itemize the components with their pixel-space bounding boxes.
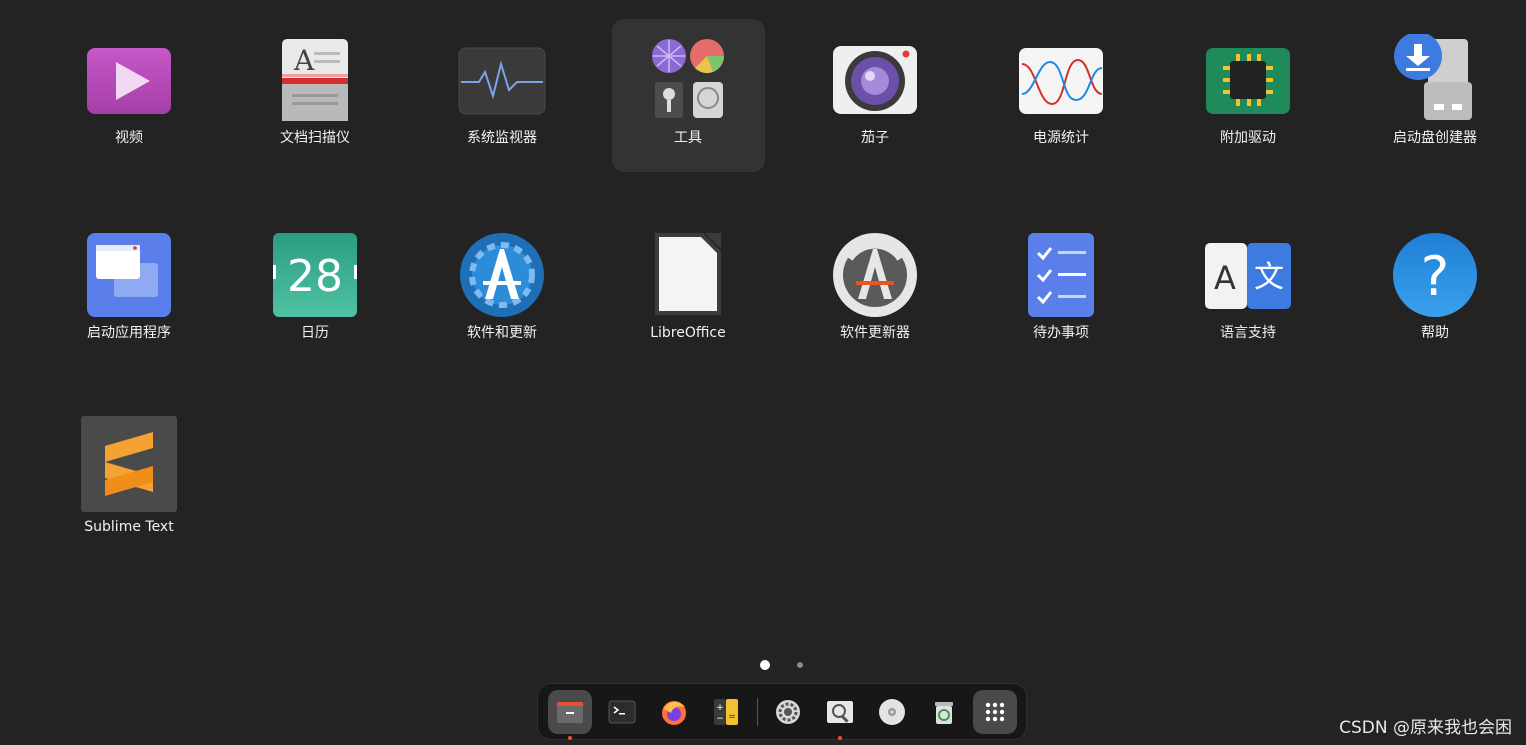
app-label: 文档扫描仪 (280, 130, 350, 146)
calendar-icon: 28 (273, 233, 357, 317)
dock-disc[interactable] (870, 690, 914, 734)
page-dot-2[interactable] (797, 662, 803, 668)
dock: + − = (537, 683, 1027, 740)
watermark: CSDN @原来我也会困 (1339, 718, 1512, 738)
show-applications-icon (985, 702, 1005, 722)
svg-text:?: ? (1421, 245, 1450, 308)
utilities-folder-icon (652, 39, 725, 118)
svg-text:文: 文 (1254, 260, 1284, 295)
svg-text:−: − (716, 714, 724, 724)
app-label: 启动应用程序 (87, 325, 171, 341)
app-additional-drivers[interactable]: 附加驱动 (1173, 10, 1323, 160)
app-libreoffice[interactable]: LibreOffice (613, 205, 763, 355)
svg-text:=: = (728, 712, 736, 722)
svg-text:A: A (293, 44, 315, 77)
dock-image-viewer[interactable] (818, 690, 862, 740)
todo-icon (1028, 233, 1094, 317)
app-label: 电源统计 (1033, 130, 1089, 146)
firefox-icon (662, 701, 686, 725)
app-label: 视频 (115, 130, 143, 146)
help-icon: ? (1393, 233, 1477, 317)
power-statistics-icon (1019, 48, 1103, 114)
app-todo[interactable]: 待办事项 (986, 205, 1136, 355)
dock-calculator[interactable]: + − = (704, 690, 748, 734)
video-player-icon (87, 48, 171, 114)
startup-disk-creator-icon (1394, 34, 1472, 120)
app-system-monitor[interactable]: 系统监视器 (427, 10, 577, 160)
app-label: 日历 (301, 325, 329, 341)
app-folder-utilities[interactable]: 工具 (613, 10, 763, 160)
document-scanner-icon: A (282, 39, 348, 121)
app-startup-disk-creator[interactable]: 启动盘创建器 (1360, 10, 1510, 160)
additional-drivers-icon (1206, 48, 1290, 114)
page-dot-1[interactable] (760, 660, 770, 670)
running-indicator (838, 736, 842, 740)
app-calendar[interactable]: 28 日历 (240, 205, 390, 355)
app-help[interactable]: ? 帮助 (1360, 205, 1510, 355)
trash-icon (935, 702, 953, 724)
app-label: 语言支持 (1220, 325, 1276, 341)
app-label: 启动盘创建器 (1393, 130, 1477, 146)
settings-icon (776, 700, 800, 724)
calculator-icon: + − = (714, 699, 738, 725)
dock-settings[interactable] (766, 690, 810, 734)
dock-show-applications[interactable] (973, 690, 1017, 734)
app-video[interactable]: 视频 (54, 10, 204, 160)
app-label: 帮助 (1421, 325, 1449, 341)
app-label: 附加驱动 (1220, 130, 1276, 146)
svg-text:A: A (1214, 259, 1236, 297)
dock-firefox[interactable] (652, 690, 696, 734)
page-indicator (0, 658, 1526, 672)
dock-files[interactable] (548, 690, 592, 740)
image-viewer-icon (827, 701, 853, 723)
app-label: 待办事项 (1033, 325, 1089, 341)
app-label: 茄子 (861, 130, 889, 146)
app-label: LibreOffice (650, 325, 726, 341)
libreoffice-icon (655, 233, 721, 315)
dock-trash[interactable] (922, 690, 966, 734)
app-label: 工具 (674, 130, 702, 146)
svg-text:+: + (716, 703, 724, 713)
app-software-updater[interactable]: 软件更新器 (800, 205, 950, 355)
software-updater-icon (833, 233, 917, 317)
app-label: 软件和更新 (467, 325, 537, 341)
app-power-statistics[interactable]: 电源统计 (986, 10, 1136, 160)
files-icon (557, 702, 583, 723)
disc-icon (879, 699, 905, 725)
app-label: 软件更新器 (840, 325, 910, 341)
software-properties-icon (460, 233, 544, 317)
app-cheese[interactable]: 茄子 (800, 10, 950, 160)
app-label: Sublime Text (84, 519, 174, 535)
app-sublime-text[interactable]: Sublime Text (54, 399, 204, 549)
dock-terminal[interactable] (600, 690, 644, 734)
system-monitor-icon (458, 47, 546, 115)
app-document-scanner[interactable]: A 文档扫描仪 (240, 10, 390, 160)
dock-separator (757, 698, 758, 726)
app-startup-applications[interactable]: 启动应用程序 (54, 205, 204, 355)
sublime-text-icon (81, 416, 177, 512)
app-label: 系统监视器 (467, 130, 537, 146)
svg-text:28: 28 (287, 251, 343, 302)
terminal-icon (608, 700, 636, 724)
app-language-support[interactable]: A 文 语言支持 (1173, 205, 1323, 355)
app-software-properties[interactable]: 软件和更新 (427, 205, 577, 355)
cheese-camera-icon (833, 46, 917, 114)
language-support-icon: A 文 (1205, 243, 1291, 309)
running-indicator (568, 736, 572, 740)
startup-applications-icon (87, 233, 171, 317)
